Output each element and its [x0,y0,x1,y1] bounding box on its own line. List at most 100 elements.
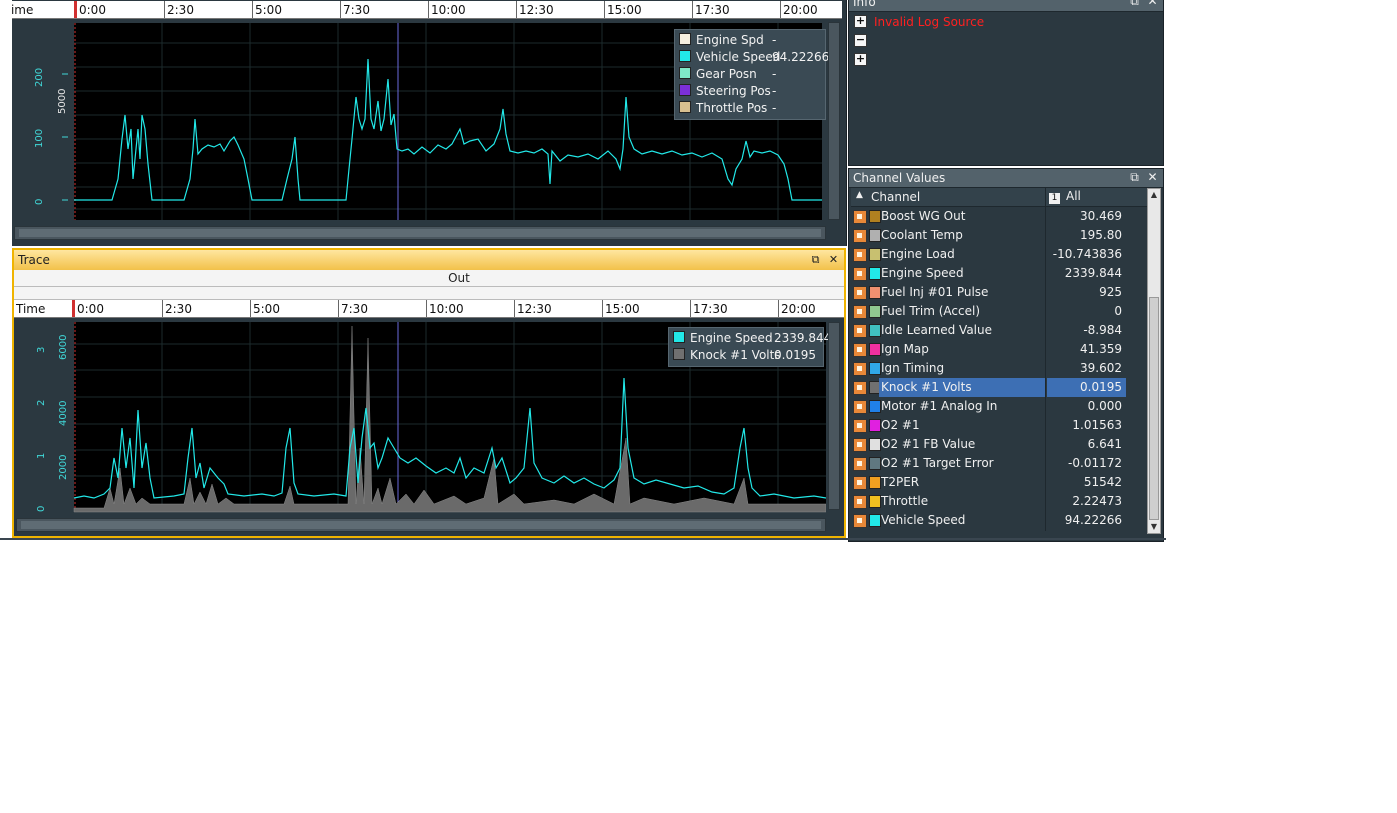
channel-value: 1.01563 [1072,418,1122,432]
channel-icon [853,495,867,509]
column-all-label: All [1066,189,1081,203]
channel-icon [853,438,867,452]
popout-icon[interactable]: ⧉ [809,253,822,266]
channel-value: 195.80 [1080,228,1122,242]
swatch [673,348,685,360]
horizontal-scrollbar[interactable] [14,226,826,240]
time-tick: 17:30 [695,3,730,17]
channel-row[interactable]: Coolant Temp 195.80 [851,226,1147,245]
channel-row[interactable]: Fuel Trim (Accel) 0 [851,302,1147,321]
channel-row[interactable]: Engine Speed 2339.844 [851,264,1147,283]
popout-icon[interactable]: ⧉ [1128,171,1141,184]
channel-name: Motor #1 Analog In [881,399,998,413]
time-axis-top: Time 0:00 2:30 5:00 7:30 10:00 12:30 15:… [2,1,842,19]
legend-item: Knock #1 Volts0.0195 [673,347,819,364]
y-tick-label: 5000 [57,88,68,114]
channel-row[interactable]: Throttle 2.22473 [851,492,1147,511]
scroll-down-icon[interactable]: ▼ [1148,521,1160,533]
channel-row[interactable]: T2PER 51542 [851,473,1147,492]
error-message: Invalid Log Source [874,15,985,29]
channel-row[interactable]: O2 #1 Target Error -0.01172 [851,454,1147,473]
channel-row[interactable]: Ign Timing 39.602 [851,359,1147,378]
time-tick: 17:30 [693,302,728,316]
channel-value: 30.469 [1080,209,1122,223]
cursor-marker[interactable] [74,1,77,18]
channel-values-titlebar[interactable]: Channel Values ⧉ ✕ [849,169,1163,188]
channel-row[interactable]: Fuel Inj #01 Pulse 925 [851,283,1147,302]
channel-row-selected[interactable]: Knock #1 Volts 0.0195 [851,378,1147,397]
close-icon[interactable]: ✕ [1146,0,1159,8]
time-tick: 12:30 [517,302,552,316]
expand-icon[interactable]: + [854,15,867,28]
collapse-icon[interactable]: − [854,34,867,47]
y-tick-label: 2 [36,399,47,406]
channel-row[interactable]: Engine Load -10.743836 [851,245,1147,264]
channel-name: O2 #1 Target Error [881,456,994,470]
column-all[interactable]: 1 All [1049,189,1081,204]
legend-item: Engine Speed2339.844 [673,330,831,347]
legend-item: Gear Posn - [679,66,821,83]
trace-titlebar[interactable]: Trace ⧉ ✕ [14,250,844,271]
scroll-thumb[interactable] [19,229,821,237]
time-tick: 0:00 [79,3,106,17]
channel-row[interactable]: Motor #1 Analog In 0.000 [851,397,1147,416]
legend-top: Engine Spd - Vehicle Speed94.22266 Gear P… [674,29,829,120]
channel-row[interactable]: Boost WG Out 30.469 [851,207,1147,226]
scroll-up-icon[interactable]: ▲ [1148,189,1160,201]
channel-row[interactable]: Idle Learned Value -8.984 [851,321,1147,340]
channel-value: 925 [1099,285,1122,299]
close-icon[interactable]: ✕ [1146,171,1159,184]
y-tick-label: 1 [36,452,47,459]
close-icon[interactable]: ✕ [827,253,840,266]
y-tick-label: 2000 [58,454,69,480]
vertical-scrollbar[interactable] [828,322,840,510]
swatch [673,331,685,343]
column-channel[interactable]: Channel [871,190,920,204]
channel-icon [853,210,867,224]
channel-icon [853,267,867,281]
info-titlebar[interactable]: Info ⧉ ✕ [849,0,1163,12]
channel-value: 2.22473 [1072,494,1122,508]
swatch [679,101,691,113]
trace-panel-top: Time 0:00 2:30 5:00 7:30 10:00 12:30 15:… [0,0,847,246]
panel-title: Trace [18,253,50,267]
channel-name: Vehicle Speed [881,513,966,527]
time-tick: 5:00 [253,302,280,316]
horizontal-scrollbar[interactable] [16,518,826,532]
channel-values-panel: Channel Values ⧉ ✕ ▲ Channel 1 All Boost … [848,168,1164,542]
channel-icon [853,419,867,433]
sort-ascending-icon[interactable]: ▲ [856,190,863,200]
channel-icon [853,305,867,319]
channel-value: 41.359 [1080,342,1122,356]
channel-row[interactable]: Ign Map 41.359 [851,340,1147,359]
scroll-thumb[interactable] [21,521,821,529]
vertical-scrollbar[interactable] [828,22,840,220]
time-tick: 15:00 [605,302,640,316]
channel-name: Throttle [881,494,929,508]
expand-icon[interactable]: + [854,53,867,66]
channel-row[interactable]: O2 #1 FB Value 6.641 [851,435,1147,454]
column-header[interactable]: ▲ Channel 1 All [851,188,1147,207]
channel-name: Engine Load [881,247,955,261]
time-axis-label: Time [16,302,46,316]
legend-item: Throttle Pos - [679,100,821,117]
legend-item: Vehicle Speed94.22266 [679,49,829,66]
cursor-marker[interactable] [72,300,75,317]
time-tick: 20:00 [783,3,818,17]
channel-list-scrollbar[interactable]: ▲ ▼ [1147,188,1161,534]
channel-row[interactable]: O2 #1 1.01563 [851,416,1147,435]
channel-value: 39.602 [1080,361,1122,375]
channel-name: Ign Timing [881,361,945,375]
scroll-thumb[interactable] [1149,297,1159,520]
time-tick: 2:30 [167,3,194,17]
channel-row[interactable]: Vehicle Speed 94.22266 [851,511,1147,530]
channel-icon [853,248,867,262]
time-tick: 2:30 [165,302,192,316]
column-badge: 1 [1049,193,1060,204]
channel-value: 51542 [1083,475,1122,489]
y-tick-label: 0 [34,198,45,205]
channel-value: 0.000 [1087,399,1122,413]
legend-item: Engine Spd - [679,32,821,49]
popout-icon[interactable]: ⧉ [1128,0,1141,8]
channel-value: -8.984 [1083,323,1122,337]
